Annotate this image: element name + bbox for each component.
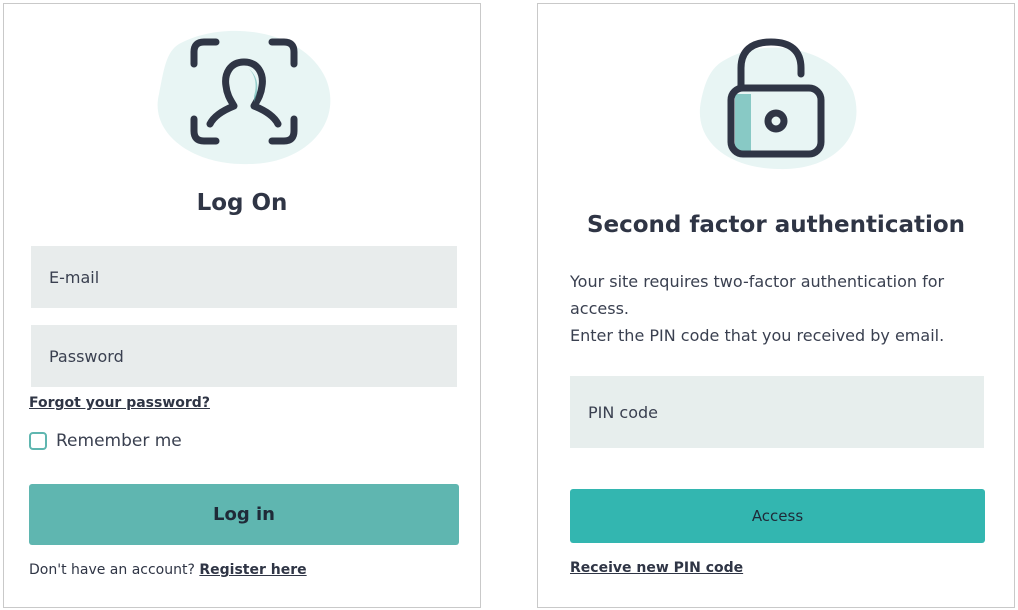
login-button[interactable]: Log in bbox=[29, 484, 459, 545]
tfa-description-line2: Enter the PIN code that you received by … bbox=[570, 326, 945, 345]
login-title: Log On bbox=[196, 190, 288, 216]
forgot-password-link[interactable]: Forgot your password? bbox=[29, 395, 210, 411]
password-field[interactable]: Password bbox=[31, 325, 457, 387]
pin-code-placeholder: PIN code bbox=[588, 402, 659, 422]
tfa-description-line1: Your site requires two-factor authentica… bbox=[570, 272, 945, 318]
no-account-text: Don't have an account? bbox=[29, 562, 195, 578]
password-placeholder: Password bbox=[49, 346, 124, 366]
remember-me-checkbox[interactable] bbox=[29, 432, 47, 450]
tfa-panel: Second factor authentication Your site r… bbox=[537, 3, 1015, 608]
email-placeholder: E-mail bbox=[49, 267, 100, 287]
register-line: Don't have an account? Register here bbox=[29, 562, 307, 578]
receive-new-pin-link[interactable]: Receive new PIN code bbox=[570, 560, 743, 576]
login-panel: Log On E-mail Password Forgot your passw… bbox=[3, 3, 481, 608]
remember-me-control[interactable]: Remember me bbox=[29, 431, 182, 451]
email-field[interactable]: E-mail bbox=[31, 246, 457, 308]
user-face-scan-icon bbox=[157, 30, 331, 165]
pin-code-field[interactable]: PIN code bbox=[570, 376, 984, 448]
tfa-description: Your site requires two-factor authentica… bbox=[570, 268, 990, 349]
remember-me-label: Remember me bbox=[56, 431, 182, 451]
unlocked-padlock-icon bbox=[699, 38, 857, 170]
register-link[interactable]: Register here bbox=[199, 562, 306, 578]
tfa-title: Second factor authentication bbox=[586, 212, 966, 238]
access-button[interactable]: Access bbox=[570, 489, 985, 543]
